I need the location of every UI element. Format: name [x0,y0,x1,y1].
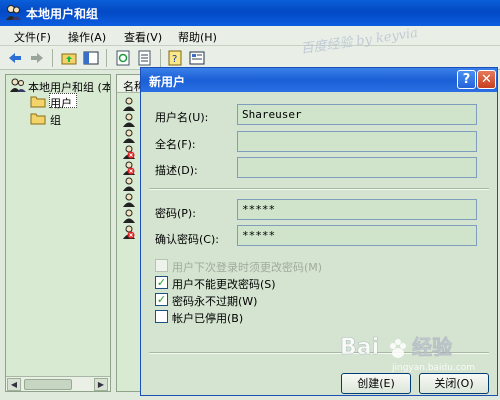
help-topic-icon[interactable]: ? [166,49,184,67]
menu-file[interactable]: 文件(F) [14,29,51,45]
menu-view[interactable]: 查看(V) [124,29,162,45]
disabled-user-icon[interactable] [122,161,136,175]
account-disabled-label[interactable]: 帐户已停用(B) [172,310,243,326]
properties-icon[interactable] [188,49,206,67]
tree-item-groups[interactable]: 组 [6,110,110,127]
create-button[interactable]: 创建(E) [341,373,411,394]
back-arrow-icon[interactable] [6,49,24,67]
username-input[interactable]: Shareuser [237,104,477,125]
cannot-change-password-label[interactable]: 用户不能更改密码(S) [172,276,276,292]
description-input[interactable] [237,157,477,178]
dialog-titlebar[interactable]: 新用户 ? ✕ [141,68,497,92]
main-titlebar[interactable]: 本地用户和组 [0,0,500,26]
scroll-thumb[interactable] [24,379,72,390]
checkbox-checked-icon[interactable]: ✓ [155,276,168,289]
forward-arrow-icon[interactable] [28,49,46,67]
svg-text:jingyan.baidu.com: jingyan.baidu.com [391,363,475,373]
help-button[interactable]: ? [457,70,476,89]
users-groups-icon [10,78,26,92]
user-icon[interactable] [122,113,136,127]
svg-text:?: ? [172,54,177,65]
username-label: 用户名(U): [155,111,209,124]
tree-item-groups-label: 组 [50,114,61,127]
folder-icon [30,113,46,125]
svg-text:Bai: Bai [340,335,379,360]
tree-item-users[interactable]: 用户 [6,93,110,110]
fullname-label: 全名(F): [155,138,196,151]
description-label: 描述(D): [155,164,198,177]
menu-action[interactable]: 操作(A) [68,29,106,45]
scroll-left-icon[interactable]: ◀ [7,378,21,391]
svg-text:经验: 经验 [412,335,452,359]
refresh-icon[interactable] [114,49,132,67]
user-icon[interactable] [122,97,136,111]
tree-pane: 本地用户和组 (本 用户 组 ◀ ▶ [5,74,111,392]
tree-item-users-label: 用户 [50,97,72,110]
scroll-right-icon[interactable]: ▶ [94,378,108,391]
close-x-button[interactable]: ✕ [477,70,496,89]
user-icon[interactable] [122,209,136,223]
menu-bar: 文件(F) 操作(A) 查看(V) 帮助(H) [0,26,500,46]
show-hide-tree-icon[interactable] [82,49,100,67]
folder-icon [30,96,46,108]
fullname-input[interactable] [237,131,477,152]
close-button[interactable]: 关闭(O) [419,373,489,394]
confirm-password-input[interactable]: ***** [237,225,477,246]
password-label: 密码(P): [155,207,196,220]
confirm-password-label: 确认密码(C): [155,233,219,246]
password-never-expires-label[interactable]: 密码永不过期(W) [172,293,257,309]
users-groups-app-icon [6,5,21,20]
baidu-jingyan-watermark-logo: Bai 经验 jingyan.baidu.com [340,335,475,373]
separator [149,188,489,190]
menu-help[interactable]: 帮助(H) [178,29,217,45]
disabled-user-icon[interactable] [122,225,136,239]
tree-horizontal-scrollbar[interactable]: ◀ ▶ [6,376,110,391]
user-icon[interactable] [122,177,136,191]
password-input[interactable]: ***** [237,199,477,220]
checkbox [155,259,168,272]
export-list-icon[interactable] [136,49,154,67]
checkbox[interactable] [155,310,168,323]
user-icon[interactable] [122,193,136,207]
checkbox-checked-icon[interactable]: ✓ [155,293,168,306]
up-folder-icon[interactable] [60,49,78,67]
disabled-user-icon[interactable] [122,145,136,159]
window-title: 本地用户和组 [26,7,99,21]
must-change-password-label: 用户下次登录时须更改密码(M) [172,261,323,274]
tree-root[interactable]: 本地用户和组 (本 [6,77,110,94]
user-icon[interactable] [122,129,136,143]
dialog-title: 新用户 [149,75,186,89]
